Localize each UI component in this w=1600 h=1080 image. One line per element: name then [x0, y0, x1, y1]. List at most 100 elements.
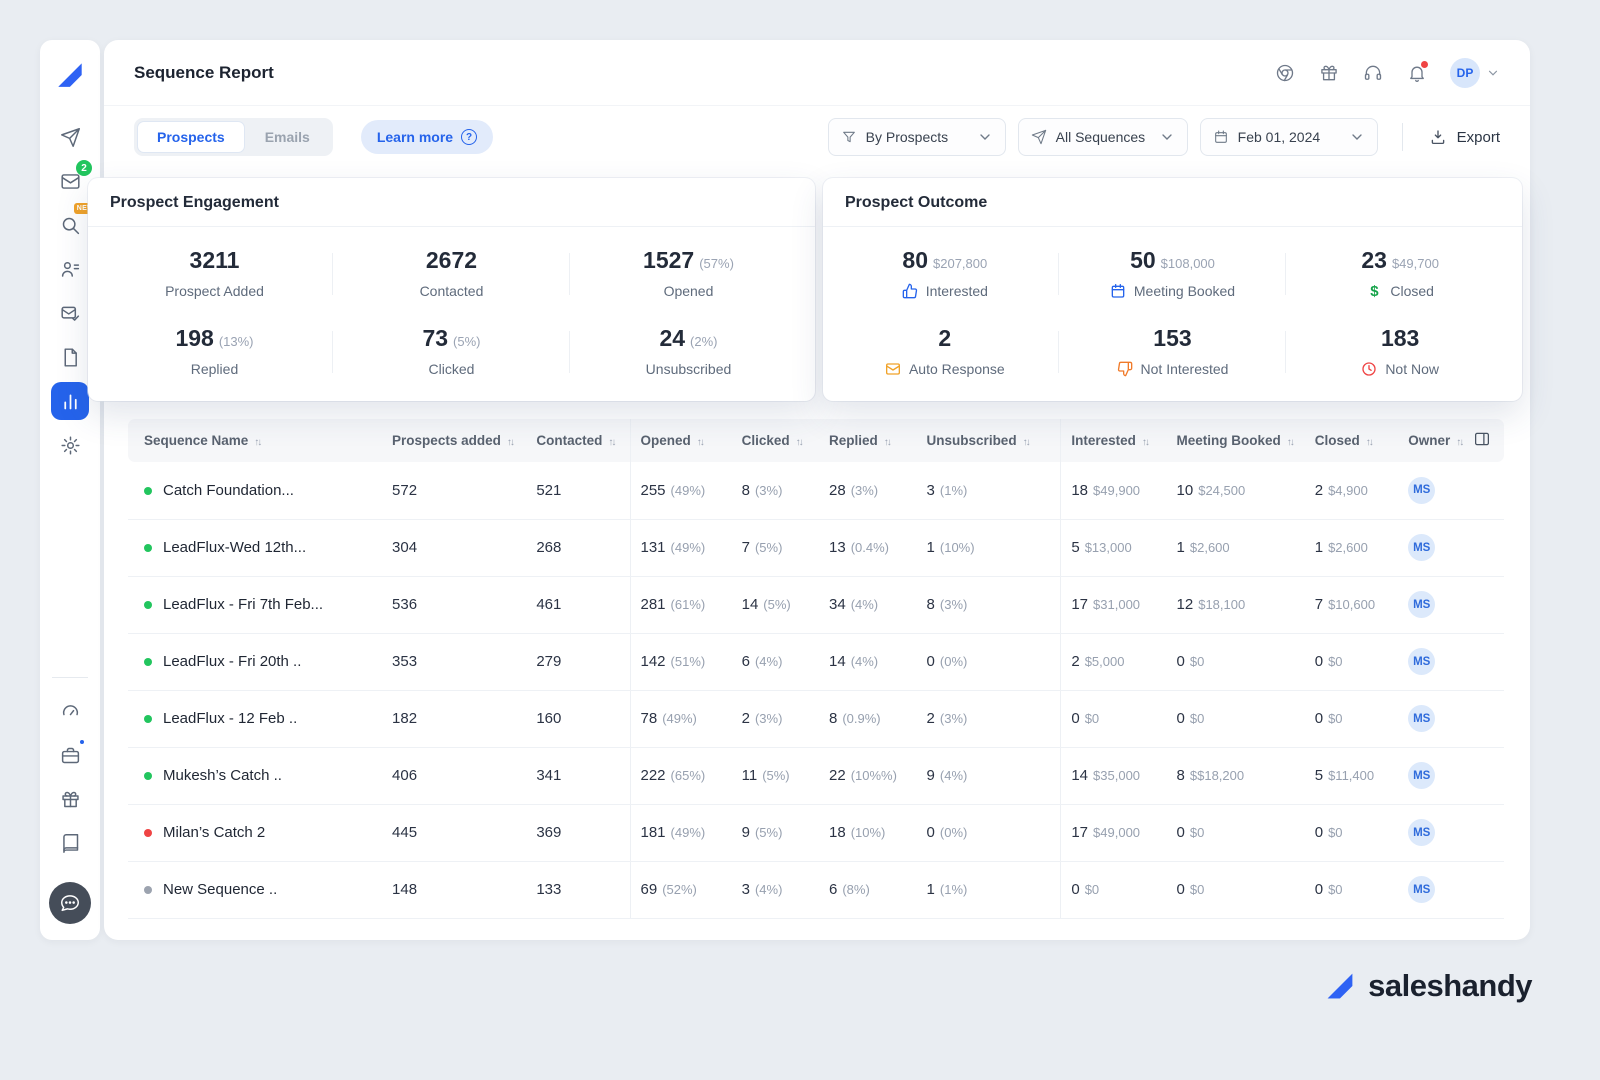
nav-docs-icon[interactable] — [51, 824, 89, 862]
sort-icon[interactable]: ↑↓ — [1023, 437, 1029, 448]
cell-owner: MS — [1398, 519, 1463, 576]
export-button[interactable]: Export — [1429, 128, 1500, 146]
owner-avatar[interactable]: MS — [1408, 648, 1435, 675]
tab-prospects[interactable]: Prospects — [137, 121, 245, 153]
status-dot — [144, 487, 152, 495]
nav-agency-icon[interactable] — [51, 736, 89, 774]
agency-notification-dot — [78, 738, 86, 746]
cell-sequence-name[interactable]: LeadFlux-Wed 12th... — [128, 519, 382, 576]
cell-contacted: 279 — [526, 633, 630, 690]
outcome-stats-grid: 80$207,800 Interested 50$108,000 Meeting… — [823, 227, 1522, 401]
cell-sequence-name[interactable]: LeadFlux - Fri 20th .. — [128, 633, 382, 690]
nav-rewards-icon[interactable] — [51, 780, 89, 818]
cell-owner: MS — [1398, 804, 1463, 861]
cell-sequence-name[interactable]: New Sequence .. — [128, 861, 382, 918]
tab-emails[interactable]: Emails — [245, 121, 330, 153]
column-header-closed[interactable]: Closed↑↓ — [1305, 419, 1398, 462]
brand-footer: saleshandy — [1322, 968, 1532, 1004]
column-header-interested[interactable]: Interested↑↓ — [1061, 419, 1167, 462]
cell-sequence-name[interactable]: LeadFlux - 12 Feb .. — [128, 690, 382, 747]
cell-contacted: 268 — [526, 519, 630, 576]
nav-settings-icon[interactable] — [51, 426, 89, 464]
cell-sequence-name[interactable]: LeadFlux - Fri 7th Feb... — [128, 576, 382, 633]
column-header-unsubscribed[interactable]: Unsubscribed↑↓ — [917, 419, 1061, 462]
cell-interested: 0$0 — [1061, 690, 1167, 747]
nav-search-icon[interactable]: NEW — [51, 206, 89, 244]
nav-credits-icon[interactable] — [51, 692, 89, 730]
table-row[interactable]: New Sequence .. 148 133 69(52%) 3(4%) 6(… — [128, 861, 1504, 918]
sort-icon[interactable]: ↑↓ — [796, 437, 802, 448]
sort-icon[interactable]: ↑↓ — [884, 437, 890, 448]
notifications-bell-icon[interactable] — [1406, 62, 1428, 84]
table-header-row: Sequence Name↑↓Prospects added↑↓Contacte… — [128, 419, 1504, 462]
stat-value: 73(5%) — [333, 325, 570, 352]
owner-avatar[interactable]: MS — [1408, 534, 1435, 561]
column-header-owner[interactable]: Owner↑↓ — [1398, 419, 1463, 462]
extension-icon[interactable] — [1274, 62, 1296, 84]
table-row[interactable]: LeadFlux - 12 Feb .. 182 160 78(49%) 2(3… — [128, 690, 1504, 747]
chevron-down-icon — [1159, 129, 1175, 145]
stat-value: 3211 — [96, 247, 333, 274]
date-picker[interactable]: Feb 01, 2024 — [1200, 118, 1378, 156]
learn-more-button[interactable]: Learn more ? — [361, 120, 493, 154]
chat-support-button[interactable] — [49, 882, 91, 924]
nav-inbox-icon[interactable]: 2 — [51, 162, 89, 200]
sort-icon[interactable]: ↑↓ — [1456, 437, 1462, 448]
filter-by-dropdown[interactable]: By Prospects — [828, 118, 1006, 156]
table-row[interactable]: LeadFlux-Wed 12th... 304 268 131(49%) 7(… — [128, 519, 1504, 576]
gift-icon[interactable] — [1318, 62, 1340, 84]
sort-icon[interactable]: ↑↓ — [507, 437, 513, 448]
table-row[interactable]: Mukesh’s Catch .. 406 341 222(65%) 11(5%… — [128, 747, 1504, 804]
support-headset-icon[interactable] — [1362, 62, 1384, 84]
cell-sequence-name[interactable]: Milan’s Catch 2 — [128, 804, 382, 861]
sort-icon[interactable]: ↑↓ — [254, 437, 260, 448]
table-row[interactable]: LeadFlux - Fri 7th Feb... 536 461 281(61… — [128, 576, 1504, 633]
stat-label: Clicked — [333, 361, 570, 377]
nav-templates-icon[interactable] — [51, 338, 89, 376]
report-type-tabs: Prospects Emails — [134, 118, 333, 156]
cell-owner: MS — [1398, 861, 1463, 918]
nav-prospects-icon[interactable] — [51, 250, 89, 288]
owner-avatar[interactable]: MS — [1408, 819, 1435, 846]
calendar-icon — [1213, 129, 1229, 145]
nav-email-verify-icon[interactable] — [51, 294, 89, 332]
nav-sequences-icon[interactable] — [51, 118, 89, 156]
column-header-opened[interactable]: Opened↑↓ — [630, 419, 732, 462]
nav-reports-icon[interactable] — [51, 382, 89, 420]
table-row[interactable]: Milan’s Catch 2 445 369 181(49%) 9(5%) 1… — [128, 804, 1504, 861]
owner-avatar[interactable]: MS — [1408, 705, 1435, 732]
sort-icon[interactable]: ↑↓ — [1287, 437, 1293, 448]
owner-avatar[interactable]: MS — [1408, 762, 1435, 789]
cell-unsubscribed: 9(4%) — [917, 747, 1061, 804]
learn-more-label: Learn more — [377, 129, 453, 145]
column-header-replied[interactable]: Replied↑↓ — [819, 419, 917, 462]
outcome-stat: 2 Auto Response — [831, 325, 1059, 377]
sequence-filter-dropdown[interactable]: All Sequences — [1018, 118, 1188, 156]
cell-owner: MS — [1398, 747, 1463, 804]
column-settings-icon[interactable] — [1473, 430, 1491, 448]
sort-icon[interactable]: ↑↓ — [1142, 437, 1148, 448]
account-menu[interactable]: DP — [1450, 58, 1500, 88]
stat-label: Contacted — [333, 283, 570, 299]
owner-avatar[interactable]: MS — [1408, 477, 1435, 504]
column-header-clicked[interactable]: Clicked↑↓ — [732, 419, 819, 462]
cell-replied: 13(0.4%) — [819, 519, 917, 576]
cell-clicked: 9(5%) — [732, 804, 819, 861]
table-row[interactable]: LeadFlux - Fri 20th .. 353 279 142(51%) … — [128, 633, 1504, 690]
sort-icon[interactable]: ↑↓ — [697, 437, 703, 448]
export-label: Export — [1457, 129, 1500, 146]
cell-sequence-name[interactable]: Mukesh’s Catch .. — [128, 747, 382, 804]
column-header-contacted[interactable]: Contacted↑↓ — [526, 419, 630, 462]
column-header-sequence-name[interactable]: Sequence Name↑↓ — [128, 419, 382, 462]
owner-avatar[interactable]: MS — [1408, 876, 1435, 903]
column-header-prospects-added[interactable]: Prospects added↑↓ — [382, 419, 526, 462]
cell-sequence-name[interactable]: Catch Foundation... — [128, 462, 382, 519]
owner-avatar[interactable]: MS — [1408, 591, 1435, 618]
sort-icon[interactable]: ↑↓ — [1366, 437, 1372, 448]
column-header-meeting-booked[interactable]: Meeting Booked↑↓ — [1167, 419, 1305, 462]
sort-icon[interactable]: ↑↓ — [608, 437, 614, 448]
avatar[interactable]: DP — [1450, 58, 1480, 88]
app-logo-icon[interactable] — [53, 58, 87, 92]
stat-value: 2 — [831, 325, 1059, 352]
table-row[interactable]: Catch Foundation... 572 521 255(49%) 8(3… — [128, 462, 1504, 519]
